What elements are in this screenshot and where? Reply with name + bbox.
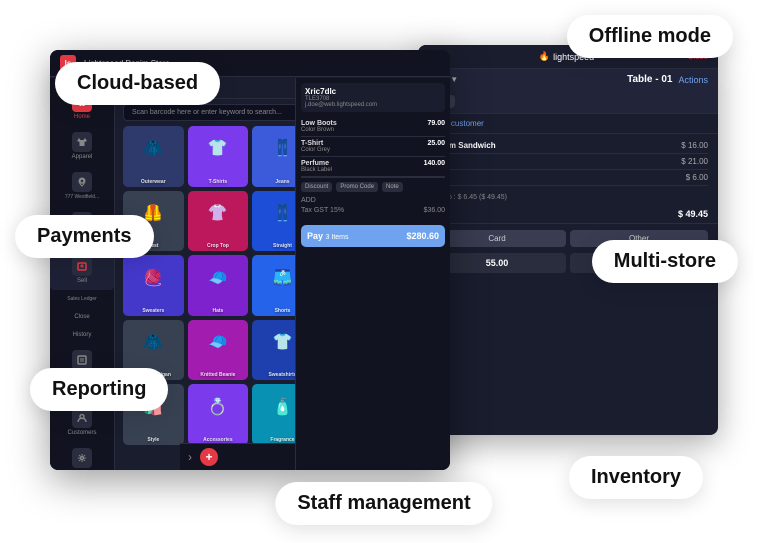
apparel-icon bbox=[72, 132, 92, 152]
sidebar-item-settings[interactable]: Settings bbox=[50, 442, 114, 470]
note-btn[interactable]: Note bbox=[382, 182, 403, 192]
pos-item-price-2: $ 21.00 bbox=[681, 157, 708, 166]
product-label: Style bbox=[123, 437, 184, 443]
bottom-bar: › + bbox=[180, 443, 295, 470]
location-icon bbox=[72, 172, 92, 192]
reporting-label: Reporting bbox=[30, 368, 168, 411]
pay-amount: $280.60 bbox=[406, 231, 439, 241]
cart-item-tshirt: T-Shirt Color Grey 25.00 bbox=[301, 137, 445, 157]
pos-total: $ 49.45 bbox=[418, 205, 718, 223]
staff-management-label: Staff management bbox=[275, 482, 492, 525]
sell-icon bbox=[72, 256, 92, 276]
pos-add-customer[interactable]: + Add customer bbox=[418, 114, 718, 134]
add-product-btn[interactable]: + bbox=[200, 448, 218, 466]
product-label: Crop Top bbox=[188, 243, 249, 249]
pos-item-price: $ 16.00 bbox=[681, 141, 708, 150]
product-cell[interactable]: 🧥 Outerwear bbox=[123, 126, 184, 187]
product-cell[interactable]: 🧢 Hats bbox=[188, 255, 249, 316]
cart-item-boots: Low Boots Color Brown 79.00 bbox=[301, 117, 445, 137]
pos-item-row-2: — $ 21.00 bbox=[428, 154, 708, 170]
product-label: Knitted Beanie bbox=[188, 372, 249, 378]
discount-btn[interactable]: Discount bbox=[301, 182, 332, 192]
cart-add-row: ADD bbox=[301, 196, 445, 205]
product-image: 👕 bbox=[188, 126, 249, 171]
main-content: Search for Products Retrieve Sale Park S… bbox=[115, 78, 450, 470]
inventory-icon bbox=[72, 350, 92, 370]
main-sidebar: Home Apparel 777 Westfield... Switch ▼ S… bbox=[50, 78, 115, 470]
multi-store-label: Multi-store bbox=[592, 240, 738, 283]
sidebar-item-close[interactable]: Close bbox=[50, 308, 114, 326]
product-label: Sweaters bbox=[123, 308, 184, 314]
pos-line-items: 1 Ham Sandwich $ 16.00 — $ 21.00 — $ 6.0… bbox=[418, 134, 718, 190]
product-label: Outerwear bbox=[123, 179, 184, 185]
pos-actions-btn[interactable]: Actions bbox=[678, 75, 708, 85]
sidebar-item-history[interactable]: History bbox=[50, 326, 114, 344]
pos-item-row-3: — $ 6.00 bbox=[428, 170, 708, 186]
prev-arrow[interactable]: › bbox=[188, 450, 192, 464]
pay-label: Pay 3 Items bbox=[307, 231, 348, 241]
product-image: 💍 bbox=[188, 384, 249, 429]
pos-tax-line: 15.00% : $ 6.45 ($ 49.45) bbox=[418, 190, 718, 205]
product-cell[interactable]: 👕 T-Shirts bbox=[188, 126, 249, 187]
cart-customer: Xric7dlc TLE3708 j.doe@web.lightspeed.co… bbox=[301, 83, 445, 112]
pos-table-info: Table - 01 Actions bbox=[627, 74, 708, 85]
pos-table-bar: menu ▼ Table - 01 Actions bbox=[418, 69, 718, 90]
cart-item-perfume: Perfume Black Label 140.00 bbox=[301, 157, 445, 177]
product-image: 🧶 bbox=[123, 255, 184, 300]
customer-name: Xric7dlc bbox=[305, 87, 441, 96]
pos-item-row: 1 Ham Sandwich $ 16.00 bbox=[428, 138, 708, 154]
offline-mode-label: Offline mode bbox=[567, 15, 733, 58]
product-image: 🧥 bbox=[123, 320, 184, 365]
product-image: 🧢 bbox=[188, 320, 249, 365]
sidebar-item-location[interactable]: 777 Westfield... bbox=[50, 166, 114, 206]
cart-panel: Xric7dlc TLE3708 j.doe@web.lightspeed.co… bbox=[295, 78, 450, 470]
cart-tax-row: Tax GST 15% $36.00 bbox=[301, 205, 445, 216]
add-label: ADD bbox=[301, 197, 316, 204]
product-label: T-Shirts bbox=[188, 179, 249, 185]
promo-btn[interactable]: Promo Code bbox=[336, 182, 378, 192]
settings-icon bbox=[72, 448, 92, 468]
product-cell[interactable]: 🧶 Sweaters bbox=[123, 255, 184, 316]
pos-categories: Mains bbox=[418, 90, 718, 114]
product-image: 🧢 bbox=[188, 255, 249, 300]
cart-add-section: Discount Promo Code Note ADD Tax GST 15%… bbox=[301, 177, 445, 220]
inventory-label: Inventory bbox=[569, 456, 703, 499]
sidebar-item-sales-ledger[interactable]: Sales Ledger bbox=[50, 290, 114, 308]
pay-button[interactable]: Pay 3 Items $280.60 bbox=[301, 225, 445, 247]
cloud-based-label: Cloud-based bbox=[55, 62, 220, 105]
product-cell[interactable]: 👚 Crop Top bbox=[188, 191, 249, 252]
pos-table-name: Table - 01 bbox=[627, 74, 672, 85]
pos-item-price-3: $ 6.00 bbox=[686, 173, 708, 182]
customers-icon bbox=[72, 408, 92, 428]
product-cell[interactable]: 🧢 Knitted Beanie bbox=[188, 320, 249, 381]
payments-label: Payments bbox=[15, 215, 154, 258]
sidebar-item-apparel[interactable]: Apparel bbox=[50, 126, 114, 166]
product-label: Hats bbox=[188, 308, 249, 314]
product-image: 🧥 bbox=[123, 126, 184, 171]
product-cell[interactable]: 💍Accessories bbox=[188, 384, 249, 445]
product-image: 👚 bbox=[188, 191, 249, 236]
customer-email: j.doe@web.lightspeed.com bbox=[305, 102, 441, 108]
